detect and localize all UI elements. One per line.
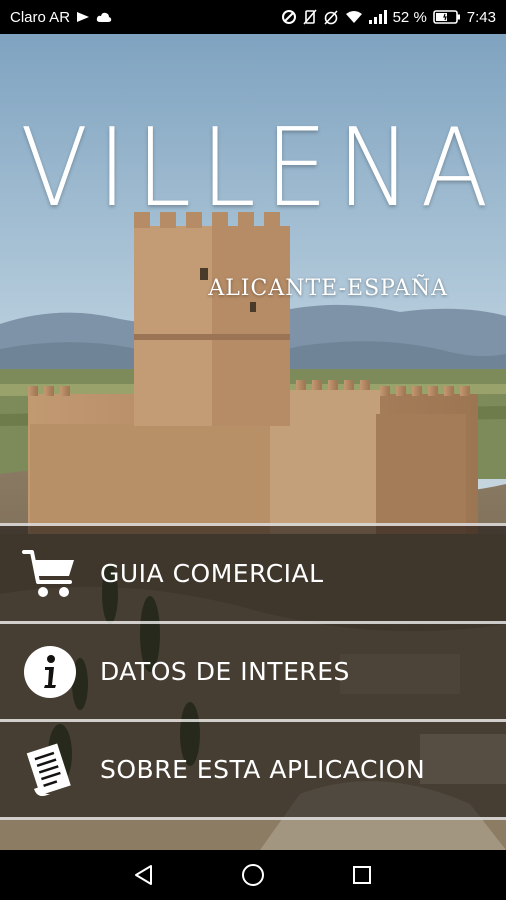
app-title: VILLENA [20, 106, 498, 231]
home-button[interactable] [233, 855, 273, 895]
document-icon [0, 741, 100, 799]
clock: 7:43 [466, 8, 496, 26]
main-menu: GUIA COMERCIAL DATOS DE INTERES SOBRE ES… [0, 523, 506, 820]
wifi-icon [345, 10, 363, 24]
app-subtitle: ALICANTE-ESPAÑA [208, 276, 448, 301]
menu-item-sobre-esta-aplicacion[interactable]: SOBRE ESTA APLICACION [0, 719, 506, 820]
back-button[interactable] [124, 855, 164, 895]
info-icon [0, 645, 100, 699]
cast-icon [76, 11, 90, 23]
data-saver-icon [281, 9, 297, 25]
status-bar: Claro AR 52 % 7:43 [0, 0, 506, 34]
carrier-label: Claro AR [10, 8, 71, 26]
cloud-icon [96, 12, 112, 23]
battery-charging-icon [432, 10, 461, 24]
back-triangle-icon [135, 865, 153, 885]
home-screen: VILLENA ALICANTE-ESPAÑA GUIA COMERCIAL D… [0, 34, 506, 850]
signal-icon [368, 10, 387, 24]
battery-percent: 52 % [392, 8, 427, 26]
recents-button[interactable] [342, 855, 382, 895]
shopping-cart-icon [0, 546, 100, 602]
menu-item-label: DATOS DE INTERES [100, 657, 350, 686]
menu-item-label: SOBRE ESTA APLICACION [100, 755, 426, 784]
vibrate-off-icon [302, 9, 317, 25]
alarm-off-icon [323, 9, 339, 25]
menu-item-datos-de-interes[interactable]: DATOS DE INTERES [0, 621, 506, 719]
menu-item-guia-comercial[interactable]: GUIA COMERCIAL [0, 523, 506, 621]
navigation-bar [0, 850, 506, 900]
home-circle-icon [241, 864, 264, 886]
menu-item-label: GUIA COMERCIAL [100, 559, 324, 588]
recents-square-icon [352, 866, 371, 884]
